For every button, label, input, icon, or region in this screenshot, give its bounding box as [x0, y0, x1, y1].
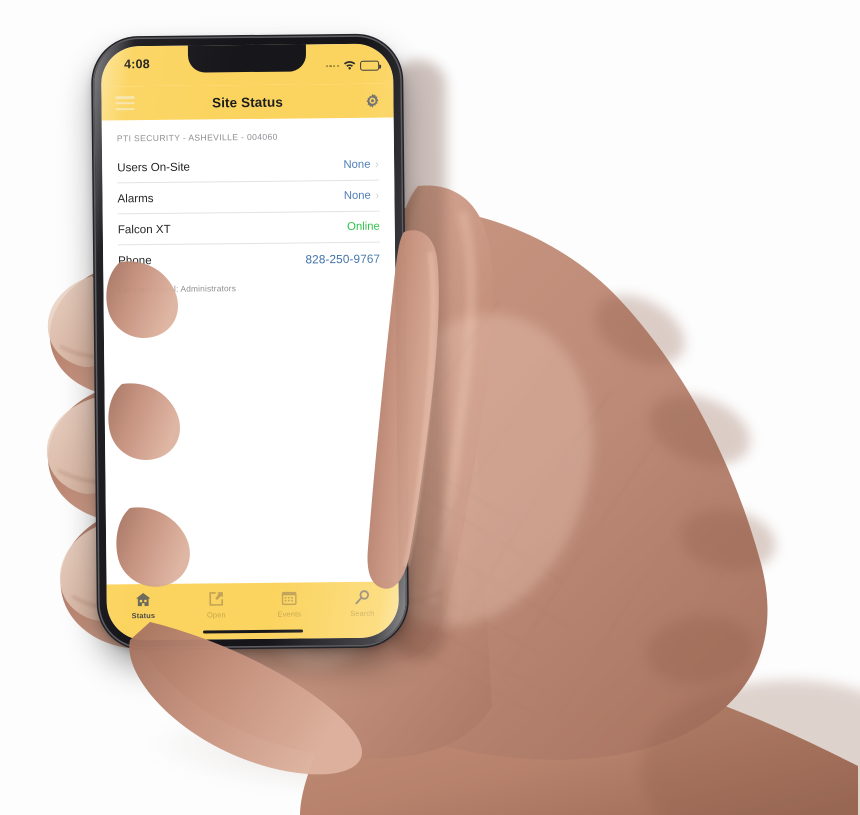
tab-label: Events — [277, 609, 302, 619]
row-label: Phone — [118, 254, 152, 268]
status-bar: 4:08 — [100, 43, 394, 87]
row-value-group: None › — [343, 189, 380, 203]
hamburger-menu-icon[interactable] — [115, 96, 135, 111]
phone-number-link[interactable]: 828-250-9767 — [305, 251, 380, 266]
row-label: Users On-Site — [117, 160, 191, 174]
nav-bar: Site Status — [101, 83, 394, 121]
table-row-alarms[interactable]: Alarms None › — [117, 180, 380, 215]
tab-label: Search — [350, 608, 375, 618]
tab-label: Open — [206, 610, 226, 620]
status-bar-indicators — [325, 57, 380, 76]
table-row-falcon-xt: Falcon XT Online — [117, 211, 380, 246]
table-row-phone[interactable]: Phone 828-250-9767 — [118, 243, 380, 277]
door-open-icon — [208, 590, 225, 607]
row-label: Falcon XT — [117, 222, 171, 236]
table-row-users-on-site[interactable]: Users On-Site None › — [117, 149, 380, 184]
tab-bar: Status Open Events Search — [106, 581, 400, 641]
notch — [187, 43, 307, 73]
gear-icon[interactable] — [364, 93, 380, 109]
content-area: PTI SECURITY - ASHEVILLE - 004060 Users … — [101, 117, 399, 585]
tab-status[interactable]: Status — [107, 591, 180, 621]
search-icon — [354, 589, 371, 606]
tab-label: Status — [131, 611, 156, 621]
row-value-group: 828-250-9767 — [305, 251, 380, 266]
row-value-group: None › — [343, 158, 379, 172]
phone-screen: 4:08 Site Status PTI SECURITY - ASHEVILL… — [100, 43, 400, 641]
tab-search[interactable]: Search — [326, 588, 399, 618]
row-value-group: Online — [347, 221, 380, 233]
signal-dots-icon — [325, 64, 340, 68]
chevron-right-icon: › — [376, 189, 380, 202]
status-badge: Online — [347, 220, 380, 233]
page-title: Site Status — [211, 94, 284, 110]
status-bar-time: 4:08 — [124, 57, 150, 72]
home-indicator[interactable] — [203, 629, 304, 634]
row-value: None — [343, 158, 371, 172]
wifi-icon — [343, 57, 356, 75]
row-value: None — [343, 189, 371, 203]
chevron-right-icon: › — [375, 158, 379, 171]
operator-level-footnote: Operator Level: Administrators — [118, 283, 237, 295]
home-icon — [135, 591, 152, 608]
phone-device: 4:08 Site Status PTI SECURITY - ASHEVILL… — [93, 36, 407, 648]
calendar-icon — [281, 590, 298, 607]
scene: 4:08 Site Status PTI SECURITY - ASHEVILL… — [0, 0, 860, 815]
tab-open[interactable]: Open — [180, 590, 253, 620]
row-label: Alarms — [117, 191, 154, 205]
battery-low-icon — [360, 60, 380, 71]
tab-events[interactable]: Events — [253, 589, 326, 619]
